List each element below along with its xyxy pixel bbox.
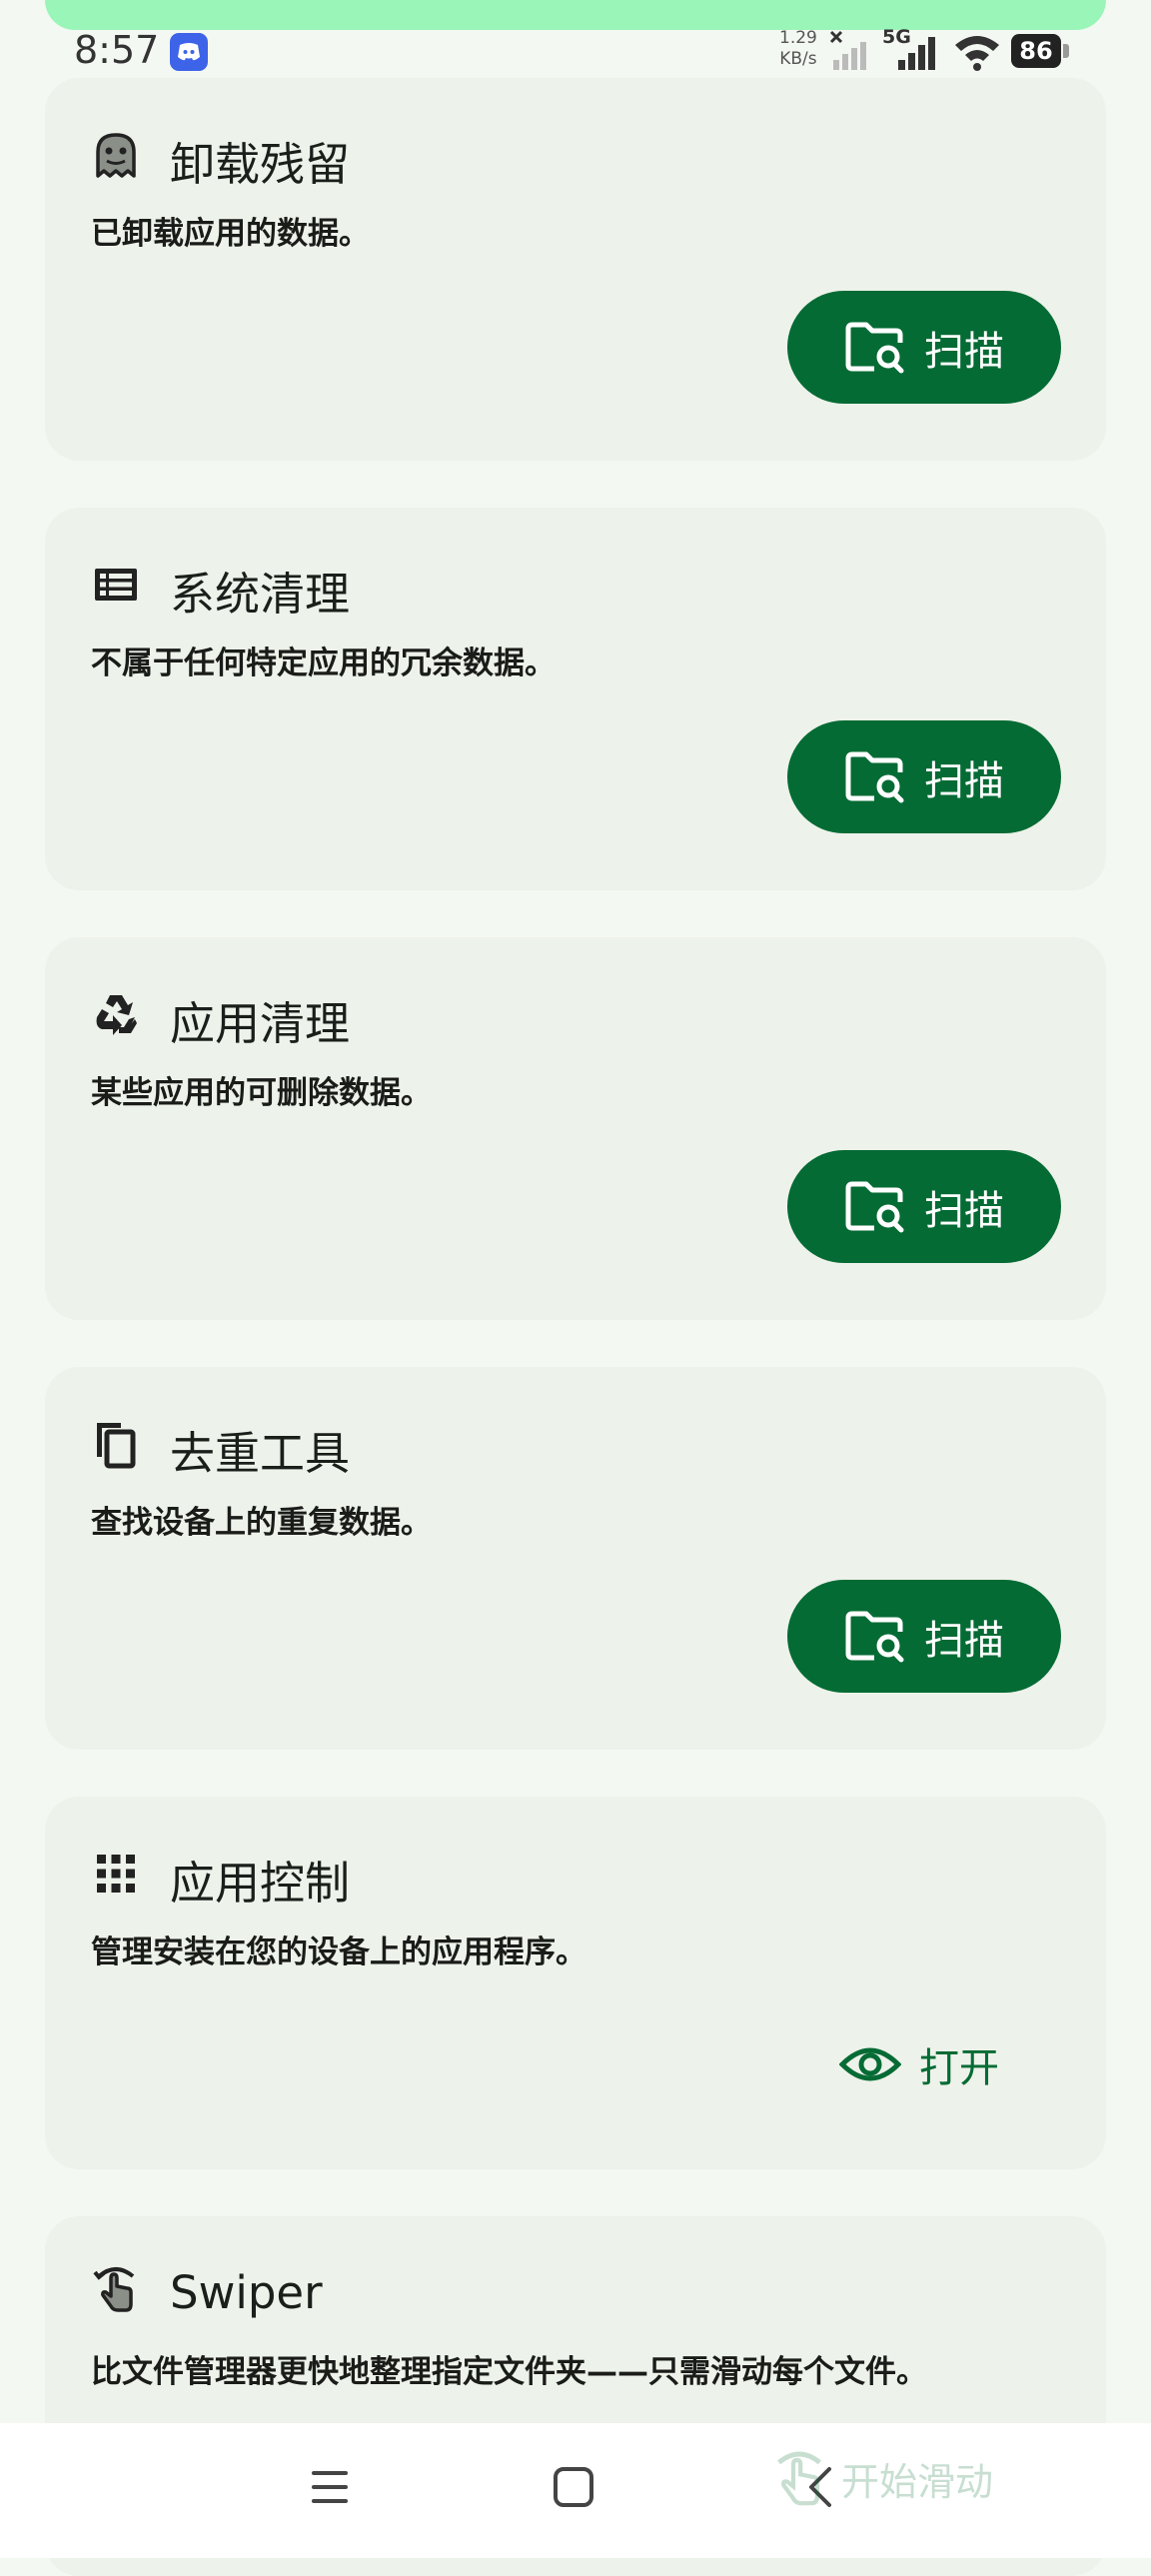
no-sim-signal-icon	[829, 30, 866, 70]
card-title: 卸载残留	[170, 138, 351, 191]
swipe-icon	[93, 2267, 135, 2312]
scan-button-label: 扫描	[924, 757, 1004, 804]
card-corpse-finder: 卸载残留 已卸载应用的数据。 扫描	[45, 78, 1106, 461]
folder-search-icon	[845, 751, 904, 802]
card-deduplicator: 去重工具 查找设备上的重复数据。 扫描	[45, 1367, 1106, 1750]
recycle-icon	[96, 995, 137, 1035]
menu-icon[interactable]	[308, 2465, 352, 2509]
open-button[interactable]: 打开	[839, 2029, 999, 2099]
copy-icon	[97, 1423, 136, 1469]
list-icon	[95, 569, 137, 601]
apps-grid-icon	[97, 1855, 135, 1893]
scan-button[interactable]: 扫描	[787, 1150, 1061, 1263]
folder-search-icon	[845, 1181, 904, 1232]
card-description: 不属于任何特定应用的冗余数据。	[91, 645, 556, 681]
eye-icon	[839, 2047, 901, 2081]
battery-cap	[1063, 44, 1069, 58]
folder-search-icon	[845, 1611, 904, 1662]
card-title: 应用控制	[170, 1857, 351, 1910]
network-speed: 1.29 KB/s	[779, 28, 817, 69]
home-icon[interactable]	[552, 2465, 595, 2509]
card-description: 查找设备上的重复数据。	[91, 1505, 432, 1541]
scan-button-label: 扫描	[924, 1187, 1004, 1234]
scan-button-label: 扫描	[924, 328, 1004, 375]
scan-button[interactable]: 扫描	[787, 720, 1061, 833]
open-button-label: 打开	[919, 2045, 999, 2091]
cell-signal-icon	[898, 37, 935, 70]
card-title: Swiper	[170, 2266, 323, 2319]
folder-search-icon	[845, 322, 904, 373]
card-app-control: 应用控制 管理安装在您的设备上的应用程序。 打开	[45, 1797, 1106, 2169]
card-title: 应用清理	[170, 997, 351, 1050]
start-swiping-button[interactable]: 开始滑动	[769, 2438, 993, 2518]
card-description: 某些应用的可删除数据。	[91, 1075, 432, 1111]
wifi-icon	[955, 36, 999, 71]
card-description: 管理安装在您的设备上的应用程序。	[91, 1934, 586, 1970]
swipe-icon	[777, 2451, 821, 2506]
start-swiping-label: 开始滑动	[841, 2459, 994, 2504]
card-system-cleaner: 系统清理 不属于任何特定应用的冗余数据。 扫描	[45, 508, 1106, 890]
card-title: 系统清理	[170, 568, 351, 621]
card-title: 去重工具	[170, 1427, 351, 1480]
card-app-cleaner: 应用清理 某些应用的可删除数据。 扫描	[45, 937, 1106, 1320]
battery-level: 86	[1011, 34, 1061, 68]
card-description: 已卸载应用的数据。	[91, 216, 370, 252]
discord-notification-icon	[170, 33, 208, 71]
status-bar: 8:57 1.29 KB/s 5G 86	[0, 0, 1151, 80]
scan-button-label: 扫描	[924, 1617, 1004, 1664]
status-time: 8:57	[74, 28, 160, 72]
scan-button[interactable]: 扫描	[787, 291, 1061, 404]
card-description: 比文件管理器更快地整理指定文件夹——只需滑动每个文件。	[91, 2354, 927, 2390]
ghost-icon	[96, 133, 136, 178]
scan-button[interactable]: 扫描	[787, 1580, 1061, 1693]
